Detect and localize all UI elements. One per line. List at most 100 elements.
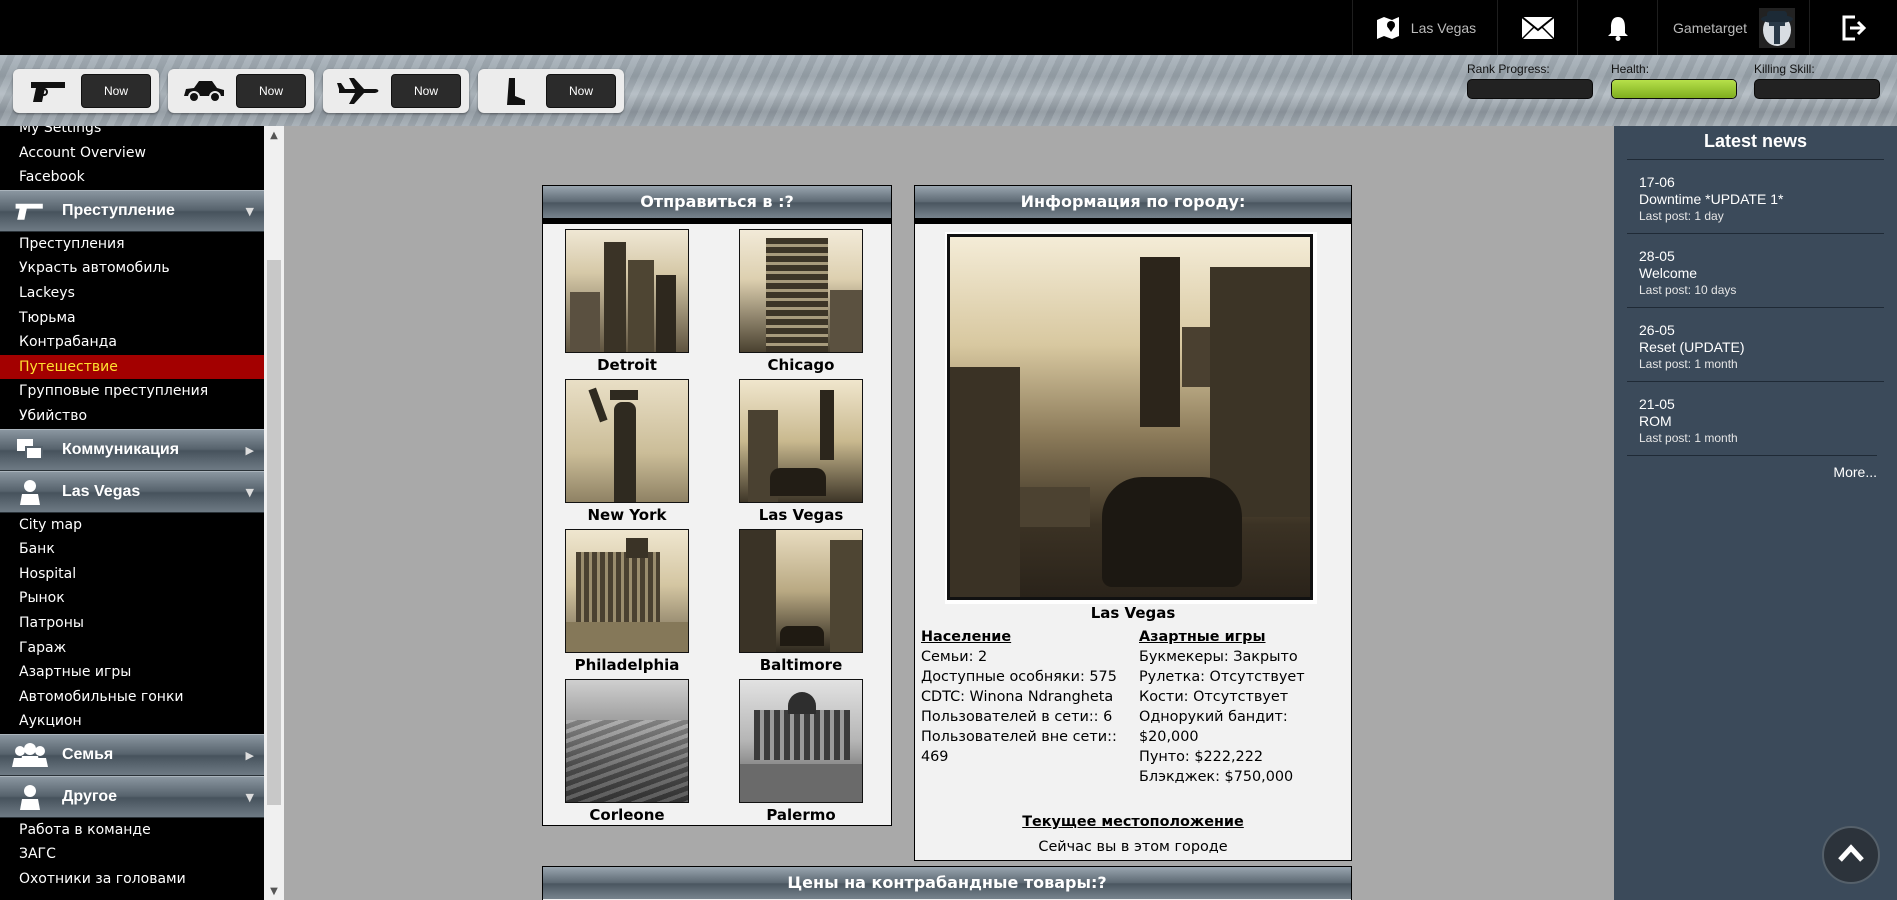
sidebar-item-jail[interactable]: Тюрьма xyxy=(0,306,264,331)
news-headline[interactable]: Downtime *UPDATE 1* xyxy=(1639,191,1884,208)
sidebar-category-communication[interactable]: Коммуникация ▶ xyxy=(0,428,264,471)
bookmakers-value: Букмекеры: Закрыто xyxy=(1139,649,1298,665)
sidebar-category-crime[interactable]: Преступление ▼ xyxy=(0,189,264,232)
current-location-text: Сейчас вы в этом городе xyxy=(1038,839,1228,855)
sidebar-category-communication-title: Коммуникация xyxy=(62,440,180,458)
city-photo[interactable] xyxy=(565,379,689,503)
news-item[interactable]: 21-05 ROM Last post: 1 month xyxy=(1627,381,1884,455)
logout-icon xyxy=(1841,14,1867,42)
bell-icon xyxy=(1607,15,1629,41)
city-detroit[interactable]: Detroit xyxy=(557,229,697,374)
sidebar-item-my-settings[interactable]: My Settings xyxy=(0,126,264,141)
news-item[interactable]: 17-06 Downtime *UPDATE 1* Last post: 1 d… xyxy=(1627,159,1884,233)
sidebar-category-family-title: Семья xyxy=(62,745,114,763)
scrollbar-thumb[interactable] xyxy=(267,260,281,805)
city-name: Detroit xyxy=(597,356,657,374)
scroll-down-arrow[interactable]: ▼ xyxy=(264,884,284,900)
city-name: Palermo xyxy=(766,806,836,824)
location-button[interactable]: Las Vegas xyxy=(1352,0,1498,55)
sidebar-item-bank[interactable]: Банк xyxy=(0,537,264,562)
sidebar-item-facebook[interactable]: Facebook xyxy=(0,165,264,190)
boot-timer-button[interactable]: Now xyxy=(546,74,616,108)
sidebar-item-garage[interactable]: Гараж xyxy=(0,636,264,661)
sidebar-item-market[interactable]: Рынок xyxy=(0,586,264,611)
help-icon[interactable]: ? xyxy=(1097,873,1106,892)
city-info-photo xyxy=(945,232,1317,604)
gambling-section: Азартные игры Букмекеры: Закрыто Рулетка… xyxy=(1139,627,1349,787)
car-icon xyxy=(176,75,232,107)
chevron-down-icon: ▼ xyxy=(245,485,254,499)
city-photo[interactable] xyxy=(565,229,689,353)
users-offline: Пользователей вне сети:: 469 xyxy=(921,729,1117,765)
status-strip: Now Now Now Now Rank Progress: Health: K… xyxy=(0,55,1897,126)
notifications-button[interactable] xyxy=(1577,0,1658,55)
city-info-name: Las Vegas xyxy=(1090,604,1176,622)
sidebar-item-teamwork[interactable]: Работа в команде xyxy=(0,818,264,843)
sidebar-item-hospital[interactable]: Hospital xyxy=(0,562,264,587)
city-palermo[interactable]: Palermo xyxy=(731,679,871,824)
sidebar-item-travel[interactable]: Путешествие xyxy=(0,354,264,380)
help-icon[interactable]: ? xyxy=(785,192,794,211)
chevron-down-icon: ▼ xyxy=(245,790,254,804)
news-more-link[interactable]: More... xyxy=(1627,455,1877,480)
news-item[interactable]: 26-05 Reset (UPDATE) Last post: 1 month xyxy=(1627,307,1884,381)
sidebar-category-family[interactable]: Семья ▶ xyxy=(0,733,264,776)
sidebar-item-registry[interactable]: ЗАГС xyxy=(0,842,264,867)
dice-value: Кости: Отсутствует xyxy=(1139,689,1289,705)
profile-button[interactable]: Gametarget xyxy=(1657,0,1810,55)
cdtc-value: CDTC: Winona Ndrangheta xyxy=(921,689,1114,705)
travel-panel: Отправиться в :? Detroit Chicago New Yor… xyxy=(542,185,892,826)
city-baltimore[interactable]: Baltimore xyxy=(731,529,871,674)
population-heading: Население xyxy=(921,629,1012,645)
news-headline[interactable]: ROM xyxy=(1639,413,1884,430)
sidebar-item-lackeys[interactable]: Lackeys xyxy=(0,281,264,306)
scroll-up-arrow[interactable]: ▲ xyxy=(264,128,284,144)
city-name: New York xyxy=(587,506,667,524)
travel-timer-button[interactable]: Now xyxy=(391,74,461,108)
news-title: Latest news xyxy=(1703,131,1808,151)
sidebar-item-auction[interactable]: Аукцион xyxy=(0,709,264,734)
sidebar-scrollbar[interactable]: ▲ ▼ xyxy=(264,126,284,900)
news-item[interactable]: 28-05 Welcome Last post: 10 days xyxy=(1627,233,1884,307)
chevron-right-icon: ▶ xyxy=(245,748,254,762)
city-info-header: Информация по городу: xyxy=(915,186,1351,224)
sidebar-item-bounty-hunters[interactable]: Охотники за головами xyxy=(0,867,264,892)
sidebar-item-account-overview[interactable]: Account Overview xyxy=(0,141,264,166)
sidebar-item-smuggling[interactable]: Контрабанда xyxy=(0,330,264,355)
sidebar-item-murder[interactable]: Убийство xyxy=(0,404,264,429)
roulette-value: Рулетка: Отсутствует xyxy=(1139,669,1305,685)
sidebar-item-crimes[interactable]: Преступления xyxy=(0,232,264,257)
city-photo[interactable] xyxy=(565,529,689,653)
messages-button[interactable] xyxy=(1497,0,1578,55)
logout-button[interactable] xyxy=(1809,0,1897,55)
city-photo[interactable] xyxy=(739,529,863,653)
sidebar-category-other[interactable]: Другое ▼ xyxy=(0,775,264,818)
scroll-to-top-button[interactable] xyxy=(1822,826,1880,884)
crime-timer-button[interactable]: Now xyxy=(81,74,151,108)
sidebar-item-city-map[interactable]: City map xyxy=(0,513,264,538)
chevron-down-icon: ▼ xyxy=(245,204,254,218)
sidebar-item-ammo[interactable]: Патроны xyxy=(0,611,264,636)
car-timer-button[interactable]: Now xyxy=(236,74,306,108)
person-icon xyxy=(10,479,50,505)
sidebar-item-car-races[interactable]: Автомобильные гонки xyxy=(0,685,264,710)
sidebar-category-city[interactable]: Las Vegas ▼ xyxy=(0,470,264,513)
city-info-panel: Информация по городу: Las Vegas Населени… xyxy=(914,185,1352,861)
city-chicago[interactable]: Chicago xyxy=(731,229,871,374)
news-headline[interactable]: Reset (UPDATE) xyxy=(1639,339,1884,356)
sidebar-item-group-crimes[interactable]: Групповые преступления xyxy=(0,379,264,404)
city-photo[interactable] xyxy=(739,679,863,803)
sidebar-item-steal-car[interactable]: Украсть автомобиль xyxy=(0,256,264,281)
city-name: Corleone xyxy=(589,806,665,824)
city-philadelphia[interactable]: Philadelphia xyxy=(557,529,697,674)
news-headline[interactable]: Welcome xyxy=(1639,265,1884,282)
city-corleone[interactable]: Corleone xyxy=(557,679,697,824)
city-photo[interactable] xyxy=(565,679,689,803)
city-photo[interactable] xyxy=(739,229,863,353)
city-info-title: Информация по городу: xyxy=(1020,192,1246,211)
health-label: Health: xyxy=(1611,62,1650,76)
city-new-york[interactable]: New York xyxy=(557,379,697,524)
sidebar-item-gambling[interactable]: Азартные игры xyxy=(0,660,264,685)
city-photo[interactable] xyxy=(739,379,863,503)
city-las-vegas[interactable]: Las Vegas xyxy=(731,379,871,524)
